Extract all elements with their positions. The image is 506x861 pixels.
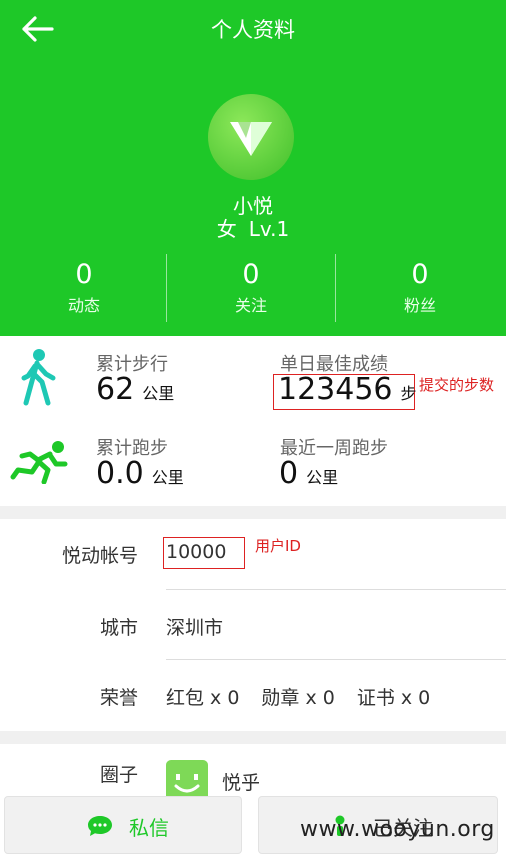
best-day-unit: 步	[400, 384, 417, 403]
profile-header: 个人资料 小悦 女 Lv.1 0 动态 0 关注 0 粉丝	[0, 0, 506, 336]
chat-bubble-icon	[88, 816, 112, 836]
stat-fans-label: 粉丝	[403, 296, 436, 315]
run-total-unit: 公里	[151, 468, 184, 487]
profile-info-list: 悦动帐号 10000 用户ID 城市 深圳市 荣誉 红包 x 0 勋章 x 0 证书…	[0, 519, 506, 731]
walk-total-unit: 公里	[142, 384, 175, 403]
account-value: 10000	[166, 541, 227, 563]
stat-following[interactable]: 0 关注	[167, 260, 335, 316]
level-text: Lv.1	[248, 217, 290, 241]
app-logo-icon	[230, 122, 272, 156]
honor-cert[interactable]: 证书 x 0	[357, 687, 430, 709]
walk-total-value: 62 公里	[96, 372, 174, 407]
gender-text: 女	[216, 217, 237, 241]
account-label: 悦动帐号	[61, 545, 138, 567]
running-icon	[10, 440, 68, 488]
page-title: 个人资料	[211, 18, 295, 42]
divider	[166, 589, 506, 590]
message-label: 私信	[129, 816, 169, 840]
message-button[interactable]: 私信	[4, 796, 242, 854]
annotation-note: 用户ID	[255, 537, 301, 555]
stat-fans[interactable]: 0 粉丝	[336, 260, 504, 316]
annotation-note: 提交的步数	[419, 376, 495, 394]
sport-stats-panel: 累计步行 62 公里 单日最佳成绩 123456 步 提交的步数 累计跑步 0.0 公…	[0, 336, 506, 506]
best-day-number: 123456	[278, 372, 393, 407]
honor-hongbao[interactable]: 红包 x 0	[166, 687, 239, 709]
week-run-number: 0	[279, 456, 299, 491]
honor-values: 红包 x 0 勋章 x 0 证书 x 0	[166, 683, 452, 710]
week-run-unit: 公里	[306, 468, 339, 487]
week-run-value: 0 公里	[279, 456, 338, 491]
run-total-value: 0.0 公里	[96, 456, 184, 491]
circle-name[interactable]: 悦乎	[222, 768, 260, 795]
divider	[166, 659, 506, 660]
honor-label: 荣誉	[99, 687, 138, 709]
walking-icon	[20, 348, 60, 410]
circle-label: 圈子	[99, 764, 138, 786]
best-day-value: 123456 步	[278, 372, 417, 407]
walk-total-number: 62	[96, 372, 135, 407]
city-value: 深圳市	[166, 617, 224, 639]
stat-fans-value: 0	[411, 259, 429, 290]
stat-following-value: 0	[242, 259, 260, 290]
stat-posts[interactable]: 0 动态	[0, 260, 168, 316]
watermark: www.wooyun.org	[300, 817, 495, 842]
stat-posts-value: 0	[75, 259, 93, 290]
honor-medal[interactable]: 勋章 x 0	[261, 687, 334, 709]
stat-following-label: 关注	[234, 296, 267, 315]
stat-posts-label: 动态	[67, 296, 100, 315]
city-label: 城市	[99, 617, 138, 639]
run-total-number: 0.0	[96, 456, 144, 491]
avatar[interactable]	[208, 94, 294, 180]
user-gender-level: 女 Lv.1	[0, 213, 506, 242]
